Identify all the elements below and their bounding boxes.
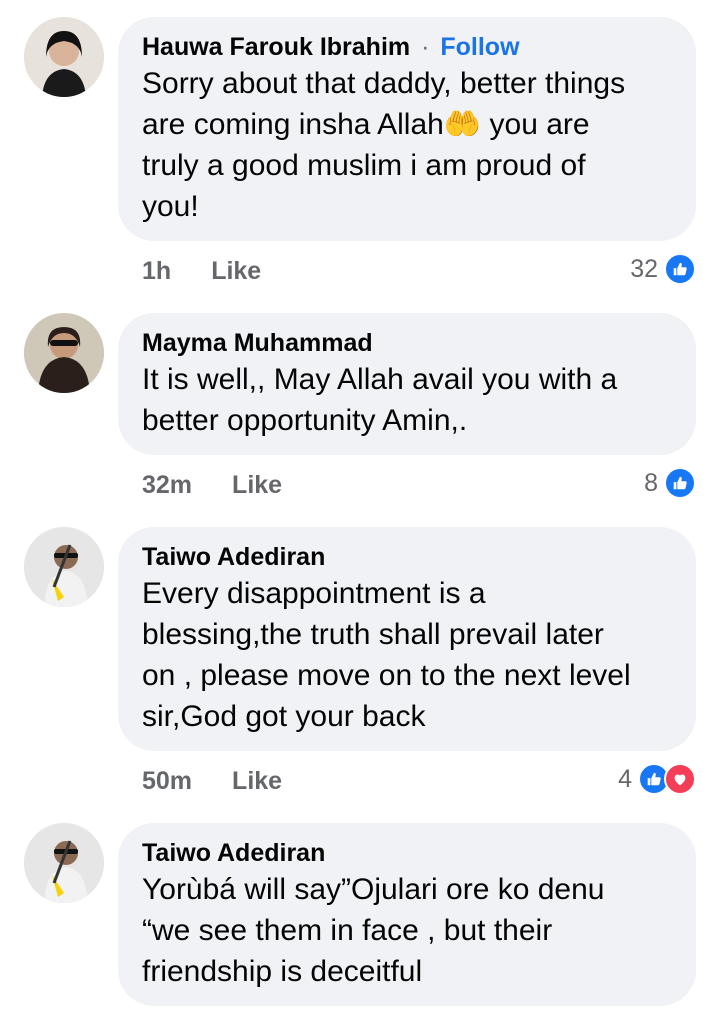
like-button[interactable]: Like (232, 471, 282, 500)
avatar[interactable] (24, 313, 104, 393)
comment-actions: 50m Like (142, 764, 282, 798)
like-reaction-icon (664, 253, 696, 285)
comment-text: Sorry about that daddy, better things ar… (142, 67, 626, 223)
comment-timestamp[interactable]: 50m (142, 767, 192, 796)
reaction-count: 4 (618, 764, 632, 793)
reaction-summary[interactable]: 8 (644, 466, 696, 500)
comment-author[interactable]: Mayma Muhammad (142, 329, 373, 357)
comment-author[interactable]: Taiwo Adediran (142, 543, 325, 571)
avatar[interactable] (24, 527, 104, 607)
like-reaction-icon (664, 467, 696, 499)
like-button[interactable]: Like (232, 767, 282, 796)
separator-dot: · (421, 33, 430, 61)
reaction-count: 32 (630, 254, 658, 283)
comment-header: Mayma Muhammad (142, 327, 672, 359)
avatar[interactable] (24, 17, 104, 97)
follow-button[interactable]: Follow (440, 33, 519, 61)
comment-actions: 1h Like (142, 254, 261, 288)
avatar[interactable] (24, 823, 104, 903)
comment-text: Every disappointment is a blessing,the t… (142, 577, 631, 733)
comment-bubble: Taiwo Adediran Every disappointment is a… (118, 527, 696, 751)
comment-header: Taiwo Adediran (142, 837, 672, 869)
comment-timestamp[interactable]: 32m (142, 471, 192, 500)
reaction-count: 8 (644, 468, 658, 497)
comment-author[interactable]: Hauwa Farouk Ibrahim (142, 33, 410, 61)
comment-timestamp[interactable]: 1h (142, 257, 171, 286)
avatar-image (24, 527, 104, 607)
comment-author[interactable]: Taiwo Adediran (142, 839, 325, 867)
like-button[interactable]: Like (211, 257, 261, 286)
love-reaction-icon (664, 763, 696, 795)
comment-bubble: Taiwo Adediran Yorùbá will say”Ojulari o… (118, 823, 696, 1006)
avatar-image (24, 17, 104, 97)
comment-header: Hauwa Farouk Ibrahim · Follow (142, 31, 672, 63)
comment-text: Yorùbá will say”Ojulari ore ko denu “we … (142, 873, 605, 988)
avatar-image (24, 823, 104, 903)
comment-text: It is well,, May Allah avail you with a … (142, 363, 618, 437)
reaction-summary[interactable]: 32 (630, 252, 696, 286)
comment-actions: 32m Like (142, 468, 282, 502)
comment-bubble: Hauwa Farouk Ibrahim · Follow Sorry abou… (118, 17, 696, 241)
comment-bubble: Mayma Muhammad It is well,, May Allah av… (118, 313, 696, 455)
avatar-image (24, 313, 104, 393)
comment-header: Taiwo Adediran (142, 541, 672, 573)
reaction-summary[interactable]: 4 (618, 762, 696, 796)
